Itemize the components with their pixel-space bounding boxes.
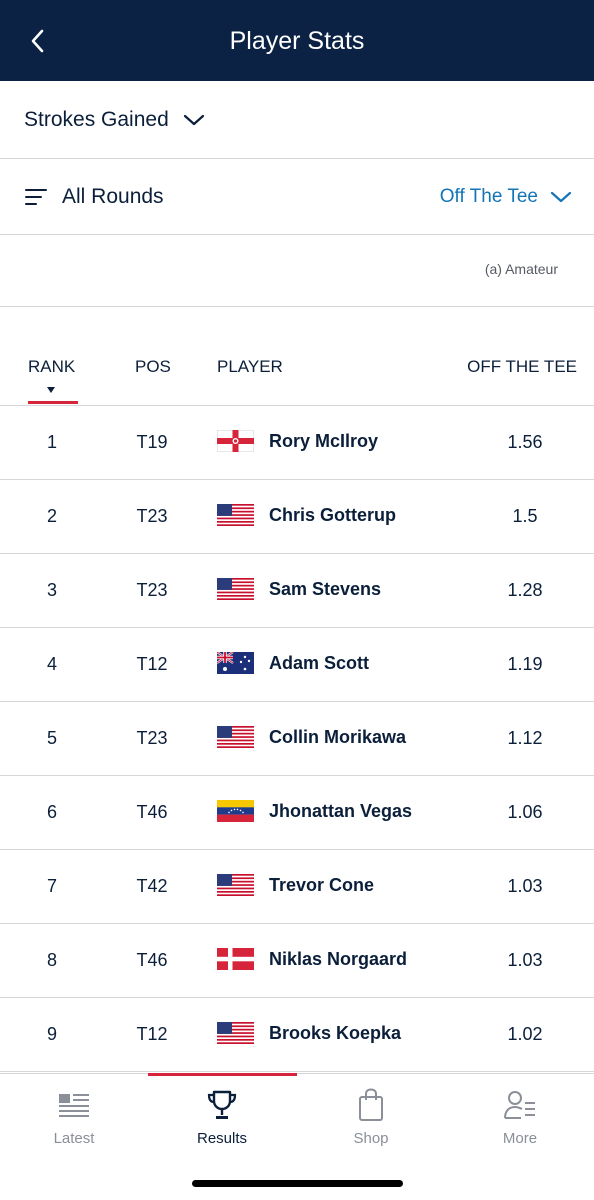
tab-shop[interactable]: Shop [297,1074,445,1154]
player-name-cell: Sam Stevens [269,579,382,599]
position-cell: T12 [136,1024,168,1044]
table-row[interactable]: 2 T23 Chris Gotterup 1.5 [0,480,594,554]
tab-more[interactable]: More [446,1074,594,1154]
stat-selector-row: Strokes Gained [0,81,594,159]
stat-value-cell: 1.56 [507,432,543,452]
australia-flag-icon [217,652,254,674]
top-app-bar: Player Stats [0,0,594,81]
column-header-rank[interactable]: RANK [28,357,75,377]
stats-table: 1 T19 Rory McIlroy 1.56 2 T23 Chris Gott… [0,406,594,1072]
chevron-down-icon [550,191,572,203]
player-name-cell: Rory McIlroy [269,431,379,451]
player-name-cell: Collin Morikawa [269,727,407,747]
player-name-cell: Brooks Koepka [269,1023,402,1043]
column-header-off-the-tee[interactable]: OFF THE TEE [467,357,577,377]
player-name-cell: Jhonattan Vegas [269,801,413,821]
tab-label: Latest [53,1130,95,1147]
rank-cell: 6 [46,802,57,822]
stat-value-cell: 1.28 [507,580,543,600]
position-cell: T23 [136,580,168,600]
position-cell: T46 [136,802,168,822]
stat-value-cell: 1.19 [507,654,543,674]
newspaper-icon [57,1088,91,1122]
position-cell: T23 [136,728,168,748]
stat-value-cell: 1.03 [507,950,543,970]
position-cell: T46 [136,950,168,970]
usa-flag-icon [217,1022,254,1044]
venezuela-flag-icon [217,800,254,822]
stat-value-cell: 1.12 [507,728,543,748]
usa-flag-icon [217,726,254,748]
filter-lines-icon [25,189,47,205]
rank-cell: 8 [46,950,57,970]
stat-selector-dropdown[interactable]: Strokes Gained [24,103,205,137]
table-row[interactable]: 7 T42 Trevor Cone 1.03 [0,850,594,924]
rank-cell: 9 [46,1024,57,1044]
table-row[interactable]: 8 T46 Niklas Norgaard 1.03 [0,924,594,998]
rank-cell: 7 [46,876,57,896]
tab-latest[interactable]: Latest [0,1074,148,1154]
legend-row: (a) Amateur [0,235,594,307]
trophy-icon [205,1088,239,1122]
rounds-filter-label: All Rounds [62,185,164,208]
stat-value-cell: 1.02 [507,1024,543,1044]
usa-flag-icon [217,504,254,526]
rank-cell: 5 [46,728,57,748]
position-cell: T12 [136,654,168,674]
usa-flag-icon [217,874,254,896]
denmark-flag-icon [217,948,254,970]
tab-label: More [502,1130,538,1147]
amateur-note: (a) Amateur [484,261,558,277]
rounds-filter-button[interactable]: All Rounds [24,180,164,214]
home-indicator [192,1180,403,1187]
player-name-cell: Trevor Cone [269,875,375,895]
player-name-cell: Chris Gotterup [269,505,397,525]
table-row[interactable]: 9 T12 Brooks Koepka 1.02 [0,998,594,1072]
stat-value-cell: 1.5 [512,506,538,526]
usa-flag-icon [217,578,254,600]
table-header: RANK POS PLAYER OFF THE TEE [0,307,594,406]
stat-value-cell: 1.03 [507,876,543,896]
stat-selector-label: Strokes Gained [24,108,169,131]
tab-results[interactable]: Results [148,1074,296,1154]
category-label: Off The Tee [439,186,538,207]
category-dropdown[interactable]: Off The Tee [440,180,572,214]
tab-label: Shop [353,1130,389,1147]
stat-value-cell: 1.06 [507,802,543,822]
player-name-cell: Adam Scott [269,653,370,673]
position-cell: T23 [136,506,168,526]
table-row[interactable]: 3 T23 Sam Stevens 1.28 [0,554,594,628]
rank-cell: 4 [46,654,57,674]
table-row[interactable]: 1 T19 Rory McIlroy 1.56 [0,406,594,480]
profile-list-icon [503,1088,537,1122]
table-row[interactable]: 5 T23 Collin Morikawa 1.12 [0,702,594,776]
tab-label: Results [196,1130,248,1147]
page-title: Player Stats [229,27,365,55]
sort-descending-icon [47,387,55,393]
northern-ireland-flag-icon [217,430,254,452]
position-cell: T42 [136,876,168,896]
rank-cell: 3 [46,580,57,600]
table-row[interactable]: 4 T12 Adam Scott 1.19 [0,628,594,702]
shopping-bag-icon [354,1088,388,1122]
player-name-cell: Niklas Norgaard [269,949,408,969]
chevron-down-icon [183,114,204,126]
column-header-pos[interactable]: POS [135,357,171,377]
position-cell: T19 [136,432,168,452]
rank-cell: 1 [46,432,57,452]
table-row[interactable]: 6 T46 Jhonattan Vegas 1.06 [0,776,594,850]
active-sort-indicator [28,401,78,404]
column-header-player[interactable]: PLAYER [217,357,283,377]
filter-row: All Rounds Off The Tee [0,159,594,235]
rank-cell: 2 [46,506,57,526]
